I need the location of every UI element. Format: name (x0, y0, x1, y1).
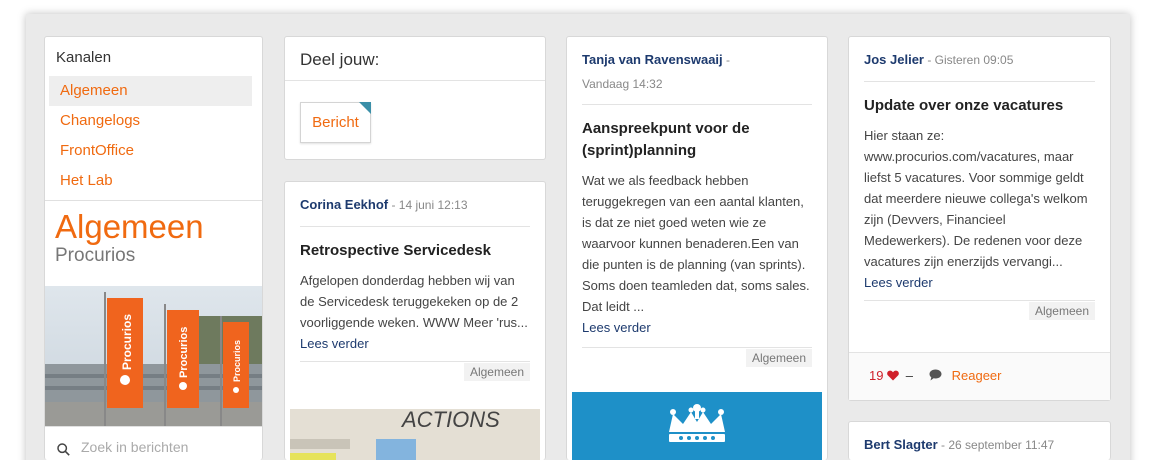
search-input[interactable] (81, 439, 251, 455)
channels-sidebar: Kanalen Algemeen Changelogs FrontOffice … (44, 36, 263, 460)
post-card: Bert Slagter - 26 september 11:47 (848, 421, 1111, 460)
flag-text-1: Procurios (120, 314, 134, 370)
post-divider (864, 81, 1095, 82)
sidebar-item-het-lab[interactable]: Het Lab (49, 166, 252, 196)
read-more-link[interactable]: Lees verder (582, 317, 812, 338)
flag-text-2: Procurios (178, 327, 190, 378)
post-meta: - 26 september 11:47 (937, 438, 1055, 452)
like-separator: – (905, 368, 913, 383)
sidebar-item-changelogs[interactable]: Changelogs (49, 106, 252, 136)
read-more-link[interactable]: Lees verder (864, 272, 1095, 293)
post-title[interactable]: Update over onze vacatures (864, 95, 1095, 117)
channels-title: Kanalen (56, 49, 112, 66)
channel-title: Algemeen (55, 208, 204, 245)
post-author[interactable]: Tanja van Ravenswaaij (582, 52, 723, 67)
post-divider (582, 104, 812, 105)
corner-marker (359, 102, 371, 114)
sidebar-item-frontoffice[interactable]: FrontOffice (49, 136, 252, 166)
post-title[interactable]: Aanspreekpunt voor de (sprint)planning (582, 118, 762, 162)
post-author[interactable]: Corina Eekhof (300, 197, 388, 212)
post-date: Vandaag 14:32 (582, 77, 663, 91)
read-more-link[interactable]: Lees verder (300, 333, 530, 354)
post-tags: Algemeen (864, 300, 1095, 320)
post-footer: 19 – Reageer (849, 352, 1110, 400)
whiteboard-text: ACTIONS (400, 409, 500, 432)
post-card: Tanja van Ravenswaaij - Vandaag 14:32 Aa… (566, 36, 828, 460)
post-header: Jos Jelier - Gisteren 09:05 (864, 48, 1095, 81)
search-icon[interactable] (57, 443, 70, 456)
comment-icon (929, 369, 942, 381)
post-header: Tanja van Ravenswaaij - Vandaag 14:32 (582, 48, 812, 96)
share-card: Deel jouw: Bericht (284, 36, 546, 160)
post-image: ACTIONS (290, 409, 540, 460)
search-bar (45, 426, 262, 460)
flag-text-3: Procurios (232, 340, 242, 382)
post-header: Bert Slagter - 26 september 11:47 (864, 433, 1095, 457)
like-count: 19 (869, 368, 884, 383)
post-header: Corina Eekhof - 14 juni 12:13 (300, 193, 530, 226)
post-meta: - 14 juni 12:13 (388, 198, 468, 212)
post-meta: - (722, 53, 731, 67)
post-body: Hier staan ze: www.procurios.com/vacatur… (864, 128, 1088, 269)
post-tag[interactable]: Algemeen (1028, 302, 1095, 320)
share-title: Deel jouw: (285, 37, 545, 81)
post-card: Jos Jelier - Gisteren 09:05 Update over … (848, 36, 1111, 401)
post-divider (300, 226, 530, 227)
post-body: Afgelopen donderdag hebben wij van de Se… (300, 273, 528, 330)
crown-icon (669, 404, 725, 442)
post-author[interactable]: Jos Jelier (864, 52, 924, 67)
like-button[interactable]: 19 – (869, 368, 913, 383)
post-image (572, 392, 822, 460)
new-post-button[interactable]: Bericht (300, 102, 371, 143)
channel-subtitle: Procurios (55, 245, 136, 266)
sidebar-item-algemeen[interactable]: Algemeen (49, 76, 252, 106)
post-meta: - Gisteren 09:05 (924, 53, 1014, 67)
post-tag[interactable]: Algemeen (745, 349, 812, 367)
post-title[interactable]: Retrospective Servicedesk (300, 240, 530, 262)
post-tag[interactable]: Algemeen (463, 363, 530, 381)
heart-icon (887, 370, 899, 381)
reply-label: Reageer (951, 368, 1002, 383)
post-card: Corina Eekhof - 14 juni 12:13 Retrospect… (284, 181, 546, 460)
channel-photo: Procurios Procurios Procurios (45, 286, 262, 426)
post-author[interactable]: Bert Slagter (864, 437, 938, 452)
post-body: Wat we als feedback hebben teruggekregen… (582, 173, 810, 314)
new-post-button-label: Bericht (312, 114, 359, 131)
post-tags: Algemeen (300, 361, 530, 381)
reply-button[interactable]: Reageer (929, 368, 1002, 383)
post-tags: Algemeen (582, 347, 812, 367)
